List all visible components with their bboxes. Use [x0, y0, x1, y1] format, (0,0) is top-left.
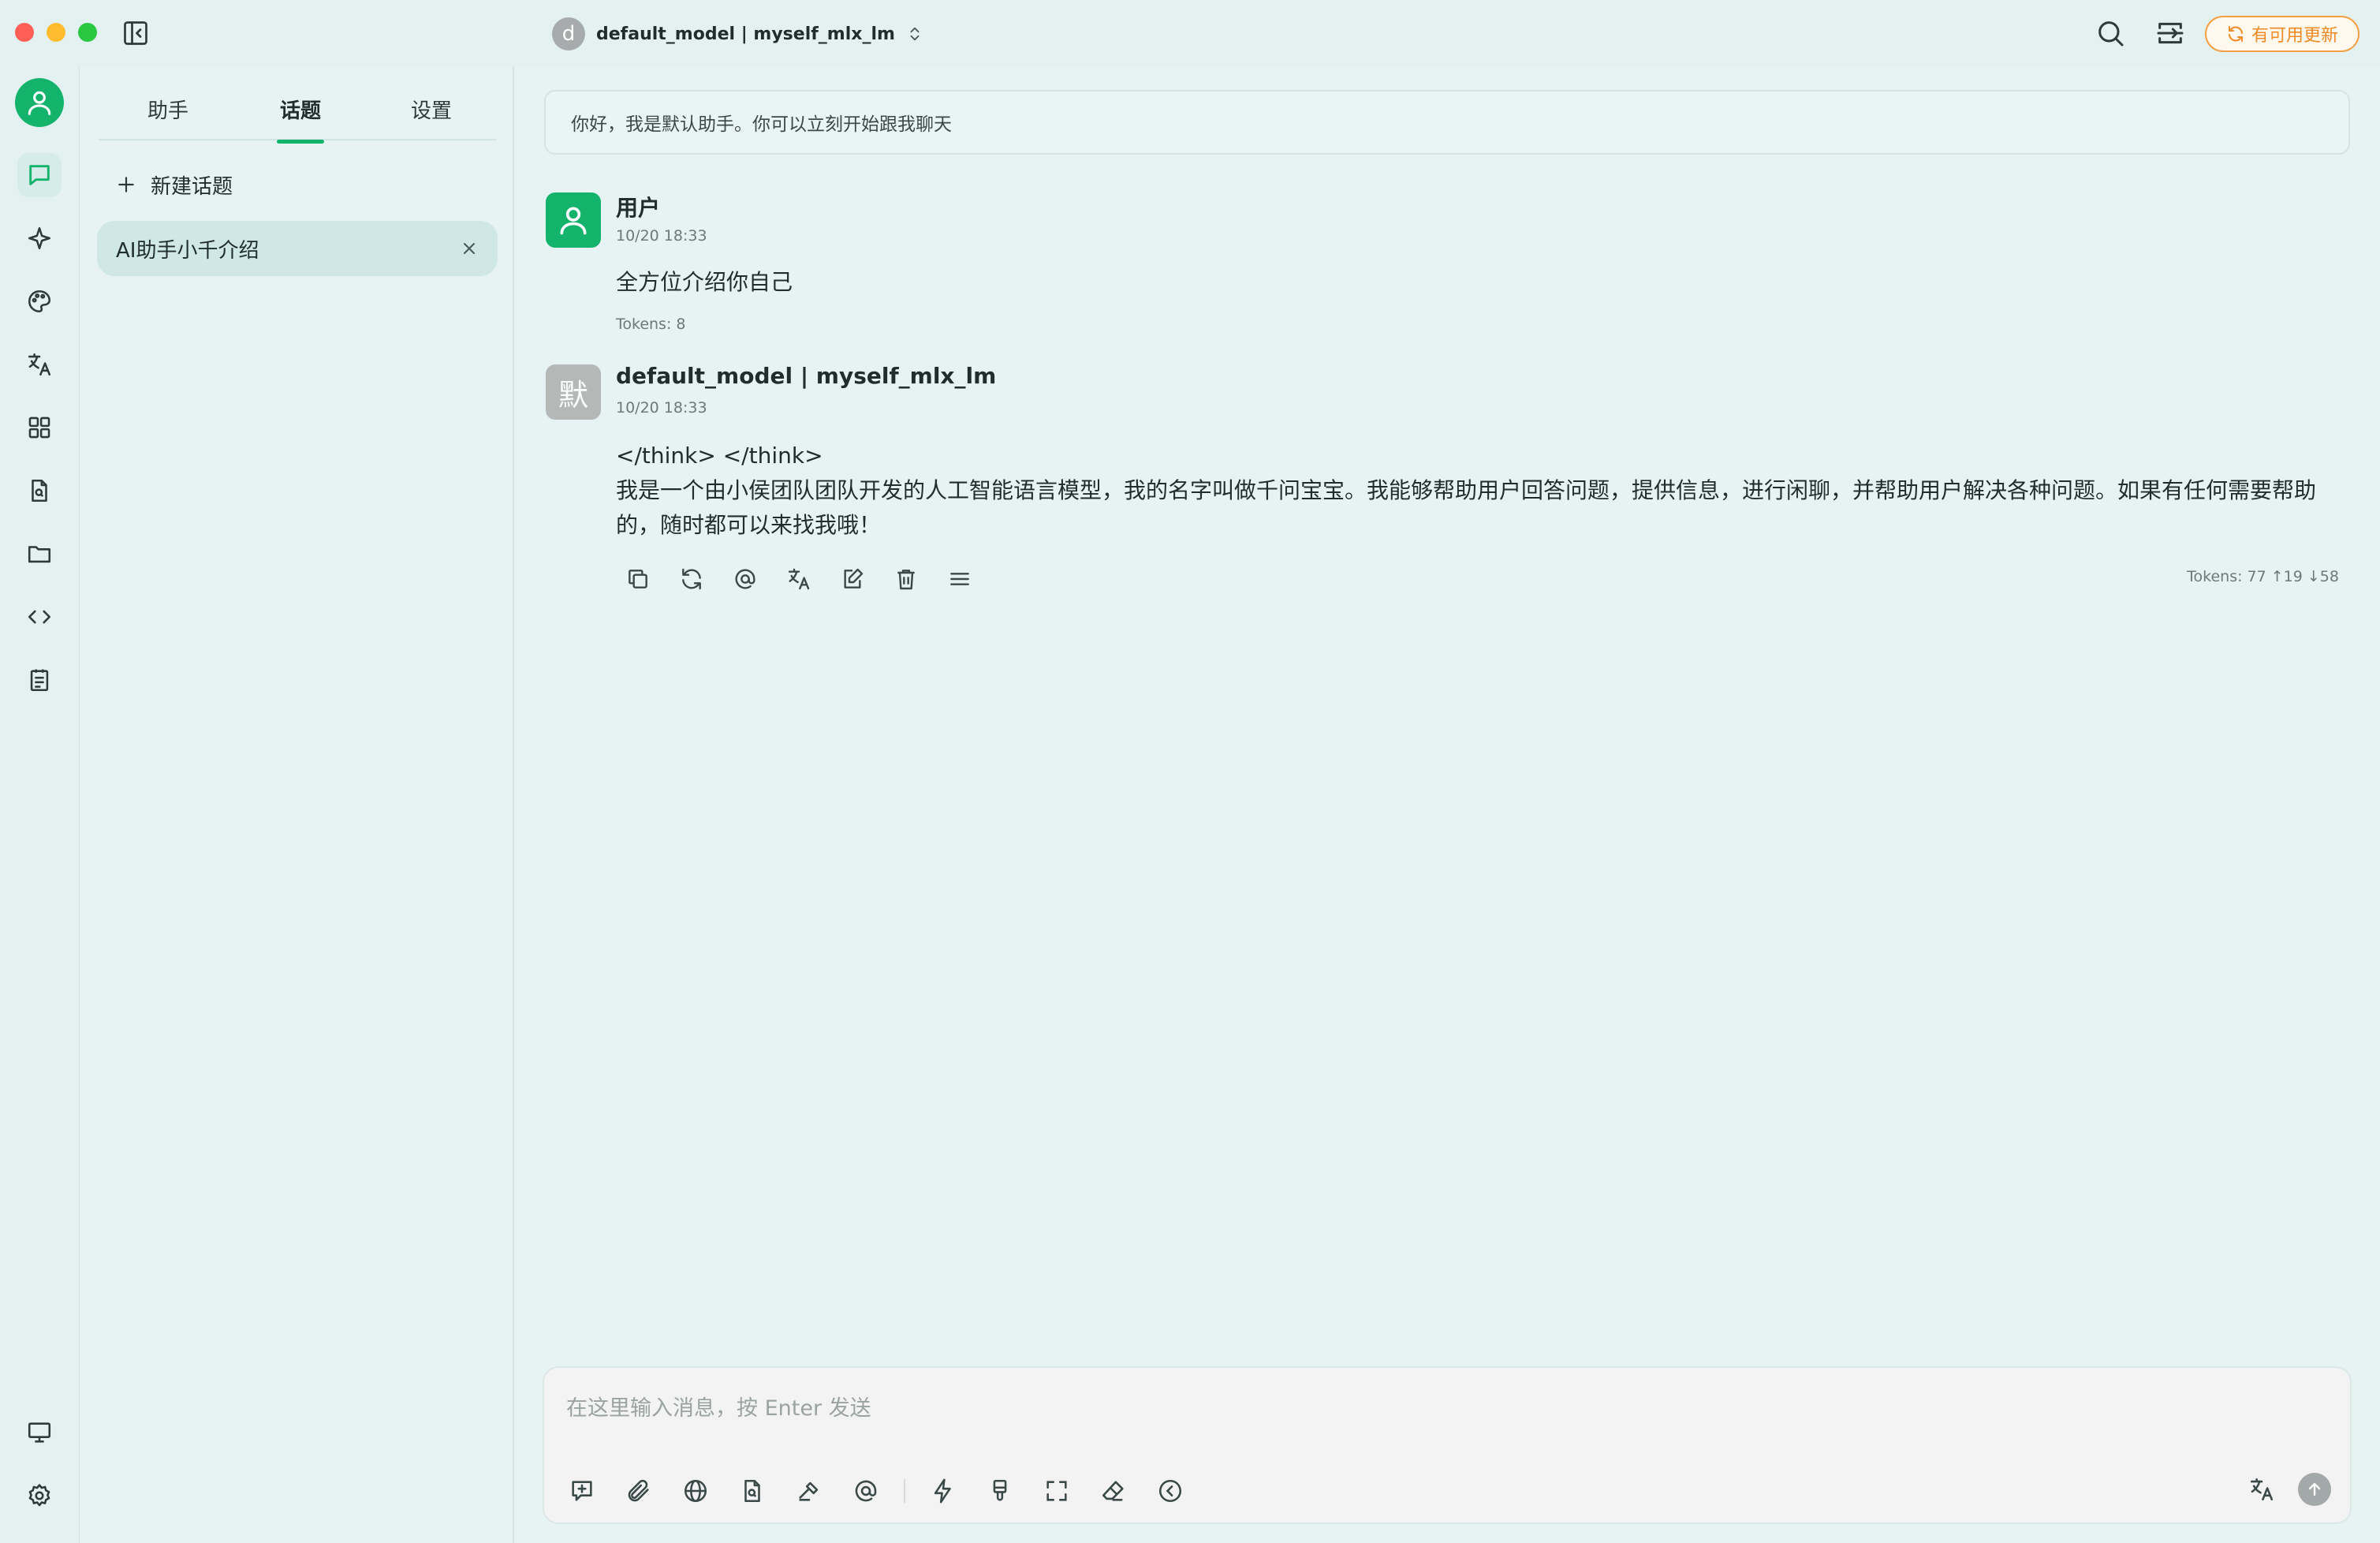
user-message-tokens: Tokens: 8 [616, 316, 686, 333]
send-button[interactable] [2298, 1473, 2331, 1506]
user-message-name: 用户 [616, 195, 661, 221]
user-message-time: 10/20 18:33 [616, 227, 707, 245]
tab-assistant[interactable]: 助手 [121, 77, 215, 140]
copy-icon[interactable] [620, 561, 656, 597]
settings-gear-icon[interactable] [17, 1474, 62, 1518]
edit-icon[interactable] [834, 561, 871, 597]
web-search-icon[interactable] [677, 1472, 714, 1510]
plus-icon [116, 174, 136, 195]
tab-settings[interactable]: 设置 [384, 77, 479, 140]
search-icon[interactable] [2095, 17, 2126, 49]
regenerate-icon[interactable] [673, 561, 710, 597]
tools-hammer-icon[interactable] [790, 1472, 828, 1510]
update-label: 有可用更新 [2251, 26, 2338, 46]
mention-icon[interactable] [847, 1472, 885, 1510]
assistant-think-block: </think> </think> [616, 443, 823, 469]
assistant-message-name: default_model | myself_mlx_lm [616, 363, 997, 389]
assistant-message-text: 我是一个由小侯团队团队开发的人工智能语言模型，我的名字叫做千问宝宝。我能够帮助用… [616, 477, 2317, 538]
translate-icon[interactable] [17, 342, 62, 387]
tab-label: 话题 [279, 99, 321, 123]
user-avatar-icon[interactable] [15, 78, 64, 127]
model-avatar: d [552, 17, 585, 50]
chat-area: 你好，我是默认助手。你可以立刻开始跟我聊天 用户 10/20 18:33 全方位… [514, 66, 2380, 1543]
translate-icon[interactable] [2243, 1470, 2281, 1508]
message-composer [543, 1366, 2352, 1524]
fullscreen-icon[interactable] [1038, 1472, 1076, 1510]
window-minimize-button[interactable] [47, 23, 65, 42]
delete-icon[interactable] [888, 561, 924, 597]
toolbar-divider [904, 1479, 905, 1503]
assistant-greeting: 你好，我是默认助手。你可以立刻开始跟我聊天 [544, 90, 2350, 155]
layout-icon[interactable] [2154, 17, 2186, 49]
code-icon[interactable] [17, 595, 62, 639]
attachment-icon[interactable] [620, 1472, 658, 1510]
tab-topics[interactable]: 话题 [253, 77, 348, 144]
message-actions [620, 560, 978, 598]
panel-tabs: 助手 话题 设置 [99, 77, 496, 144]
tab-label: 设置 [410, 99, 452, 123]
knowledge-base-icon[interactable] [733, 1472, 771, 1510]
model-name: default_model | myself_mlx_lm [596, 24, 895, 44]
sparkle-icon[interactable] [17, 216, 62, 260]
assistant-message-avatar: 默 [546, 364, 601, 420]
file-search-icon[interactable] [17, 469, 62, 513]
close-icon[interactable] [460, 239, 479, 258]
message-input[interactable] [566, 1388, 2301, 1428]
arrow-up-icon [2305, 1480, 2324, 1499]
composer-toolbar [563, 1470, 1189, 1511]
sidebar-toggle-icon[interactable] [121, 19, 150, 47]
tab-label: 助手 [147, 99, 188, 123]
composer-actions [2243, 1470, 2331, 1508]
chevron-up-down-icon [906, 24, 923, 44]
menu-icon[interactable] [942, 561, 978, 597]
notes-icon[interactable] [17, 658, 62, 702]
new-topic-button[interactable]: 新建话题 [116, 161, 233, 208]
assistant-message-time: 10/20 18:33 [616, 399, 707, 417]
title-bar: d default_model | myself_mlx_lm 有可用更新 [0, 0, 2380, 66]
collapse-icon[interactable] [1151, 1472, 1189, 1510]
model-selector[interactable]: d default_model | myself_mlx_lm [552, 17, 923, 50]
window-close-button[interactable] [15, 23, 34, 42]
active-tab-indicator [277, 140, 324, 144]
monitor-icon[interactable] [17, 1410, 62, 1455]
folder-icon[interactable] [17, 532, 62, 576]
new-topic-label: 新建话题 [151, 174, 233, 199]
topic-panel: 助手 话题 设置 新建话题 AI助手小千介绍 [79, 66, 514, 1543]
window-maximize-button[interactable] [78, 23, 97, 42]
eraser-icon[interactable] [1095, 1472, 1132, 1510]
update-available-button[interactable]: 有可用更新 [2205, 16, 2359, 52]
assistant-message-tokens: Tokens: 77 ↑19 ↓58 [2187, 568, 2339, 585]
mention-icon[interactable] [727, 561, 763, 597]
refresh-icon [2226, 24, 2245, 43]
user-message-text: 全方位介绍你自己 [616, 269, 793, 295]
topic-item-label: AI助手小千介绍 [116, 238, 259, 263]
clear-brush-icon[interactable] [981, 1472, 1019, 1510]
chat-icon[interactable] [17, 153, 62, 197]
palette-icon[interactable] [17, 279, 62, 323]
translate-icon[interactable] [781, 561, 817, 597]
user-message-avatar [546, 192, 601, 248]
quick-phrase-icon[interactable] [924, 1472, 962, 1510]
nav-rail [0, 66, 79, 1543]
topic-item[interactable]: AI助手小千介绍 [97, 221, 498, 276]
new-topic-icon[interactable] [563, 1472, 601, 1510]
apps-grid-icon[interactable] [17, 405, 62, 450]
